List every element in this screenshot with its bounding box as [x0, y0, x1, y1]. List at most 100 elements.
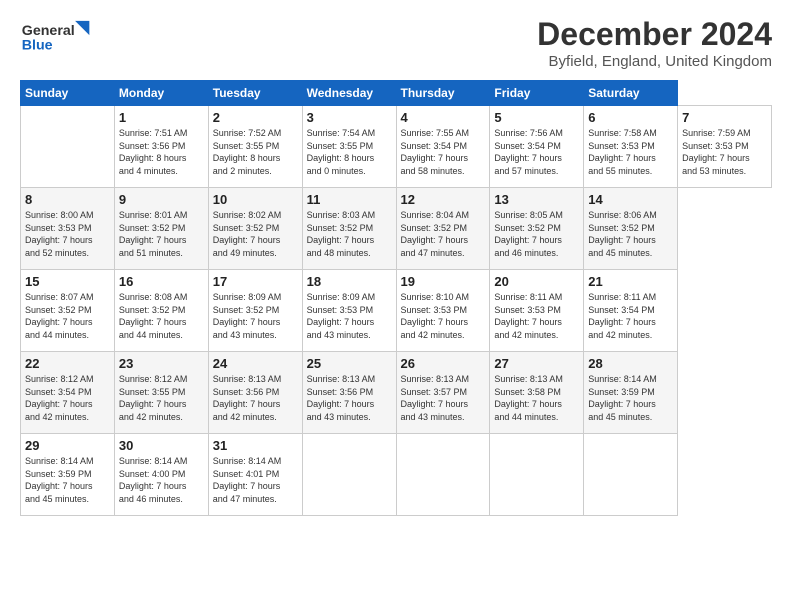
cell-info: Sunrise: 8:13 AMSunset: 3:58 PMDaylight:… — [494, 373, 579, 423]
cell-info: Sunrise: 8:02 AMSunset: 3:52 PMDaylight:… — [213, 209, 298, 259]
day-number: 24 — [213, 356, 298, 371]
day-number: 14 — [588, 192, 673, 207]
day-number: 15 — [25, 274, 110, 289]
calendar-week-2: 15Sunrise: 8:07 AMSunset: 3:52 PMDayligh… — [21, 270, 772, 352]
cell-info: Sunrise: 8:09 AMSunset: 3:53 PMDaylight:… — [307, 291, 392, 341]
day-number: 5 — [494, 110, 579, 125]
calendar-cell: 10 Sunrise: 8:02 AMSunset: 3:52 PMDayligh… — [208, 188, 302, 270]
calendar-cell — [396, 434, 490, 516]
calendar-cell: 24 Sunrise: 8:13 AMSunset: 3:56 PMDayligh… — [208, 352, 302, 434]
cell-info: Sunrise: 8:12 AMSunset: 3:55 PMDaylight:… — [119, 373, 204, 423]
day-number: 30 — [119, 438, 204, 453]
cell-info: Sunrise: 7:59 AMSunset: 3:53 PMDaylight:… — [682, 127, 767, 177]
cell-info: Sunrise: 8:13 AMSunset: 3:56 PMDaylight:… — [213, 373, 298, 423]
day-number: 13 — [494, 192, 579, 207]
calendar-cell: 21Sunrise: 8:11 AMSunset: 3:54 PMDayligh… — [584, 270, 678, 352]
cell-info: Sunrise: 7:56 AMSunset: 3:54 PMDaylight:… — [494, 127, 579, 177]
cell-info: Sunrise: 8:13 AMSunset: 3:56 PMDaylight:… — [307, 373, 392, 423]
calendar-cell: 16 Sunrise: 8:08 AMSunset: 3:52 PMDayligh… — [114, 270, 208, 352]
col-thursday: Thursday — [396, 81, 490, 106]
logo-svg: General Blue — [20, 16, 100, 56]
day-number: 27 — [494, 356, 579, 371]
calendar-cell: 9 Sunrise: 8:01 AMSunset: 3:52 PMDaylight… — [114, 188, 208, 270]
col-wednesday: Wednesday — [302, 81, 396, 106]
col-saturday: Saturday — [584, 81, 678, 106]
header-row: Sunday Monday Tuesday Wednesday Thursday… — [21, 81, 772, 106]
cell-info: Sunrise: 7:54 AMSunset: 3:55 PMDaylight:… — [307, 127, 392, 177]
calendar-cell: 12 Sunrise: 8:04 AMSunset: 3:52 PMDayligh… — [396, 188, 490, 270]
calendar-cell: 19 Sunrise: 8:10 AMSunset: 3:53 PMDayligh… — [396, 270, 490, 352]
calendar-cell: 7 Sunrise: 7:59 AMSunset: 3:53 PMDaylight… — [678, 106, 772, 188]
cell-info: Sunrise: 7:55 AMSunset: 3:54 PMDaylight:… — [401, 127, 486, 177]
col-tuesday: Tuesday — [208, 81, 302, 106]
calendar-cell — [584, 434, 678, 516]
calendar-cell: 25 Sunrise: 8:13 AMSunset: 3:56 PMDayligh… — [302, 352, 396, 434]
cell-info: Sunrise: 8:11 AMSunset: 3:54 PMDaylight:… — [588, 291, 673, 341]
day-number: 18 — [307, 274, 392, 289]
cell-info: Sunrise: 8:08 AMSunset: 3:52 PMDaylight:… — [119, 291, 204, 341]
calendar-cell: 11Sunrise: 8:03 AMSunset: 3:52 PMDayligh… — [302, 188, 396, 270]
calendar-cell: 13 Sunrise: 8:05 AMSunset: 3:52 PMDayligh… — [490, 188, 584, 270]
calendar-cell — [490, 434, 584, 516]
day-number: 7 — [682, 110, 767, 125]
calendar-cell: 4 Sunrise: 7:55 AMSunset: 3:54 PMDaylight… — [396, 106, 490, 188]
calendar-cell: 14 Sunrise: 8:06 AMSunset: 3:52 PMDayligh… — [584, 188, 678, 270]
cell-info: Sunrise: 8:14 AMSunset: 3:59 PMDaylight:… — [25, 455, 110, 505]
calendar-cell: 27 Sunrise: 8:13 AMSunset: 3:58 PMDayligh… — [490, 352, 584, 434]
cell-info: Sunrise: 8:00 AMSunset: 3:53 PMDaylight:… — [25, 209, 110, 259]
svg-text:Blue: Blue — [22, 37, 53, 53]
day-number: 8 — [25, 192, 110, 207]
header: General Blue December 2024 Byfield, Engl… — [20, 16, 772, 70]
cell-info: Sunrise: 8:14 AMSunset: 3:59 PMDaylight:… — [588, 373, 673, 423]
cell-info: Sunrise: 7:58 AMSunset: 3:53 PMDaylight:… — [588, 127, 673, 177]
calendar-cell: 29 Sunrise: 8:14 AMSunset: 3:59 PMDayligh… — [21, 434, 115, 516]
day-number: 29 — [25, 438, 110, 453]
day-number: 2 — [213, 110, 298, 125]
calendar-week-4: 29 Sunrise: 8:14 AMSunset: 3:59 PMDayligh… — [21, 434, 772, 516]
calendar-cell: 28 Sunrise: 8:14 AMSunset: 3:59 PMDayligh… — [584, 352, 678, 434]
calendar-cell: 23 Sunrise: 8:12 AMSunset: 3:55 PMDayligh… — [114, 352, 208, 434]
calendar-week-3: 22Sunrise: 8:12 AMSunset: 3:54 PMDayligh… — [21, 352, 772, 434]
cell-info: Sunrise: 8:09 AMSunset: 3:52 PMDaylight:… — [213, 291, 298, 341]
day-number: 10 — [213, 192, 298, 207]
logo: General Blue — [20, 16, 100, 56]
location-title: Byfield, England, United Kingdom — [537, 53, 772, 70]
calendar-cell: 17Sunrise: 8:09 AMSunset: 3:52 PMDayligh… — [208, 270, 302, 352]
col-monday: Monday — [114, 81, 208, 106]
day-number: 22 — [25, 356, 110, 371]
calendar-week-0: 1Sunrise: 7:51 AMSunset: 3:56 PMDaylight… — [21, 106, 772, 188]
calendar-cell: 6Sunrise: 7:58 AMSunset: 3:53 PMDaylight… — [584, 106, 678, 188]
calendar-week-1: 8 Sunrise: 8:00 AMSunset: 3:53 PMDaylight… — [21, 188, 772, 270]
cell-info: Sunrise: 8:10 AMSunset: 3:53 PMDaylight:… — [401, 291, 486, 341]
calendar-cell: 2 Sunrise: 7:52 AMSunset: 3:55 PMDaylight… — [208, 106, 302, 188]
day-number: 20 — [494, 274, 579, 289]
cell-info: Sunrise: 8:01 AMSunset: 3:52 PMDaylight:… — [119, 209, 204, 259]
col-sunday: Sunday — [21, 81, 115, 106]
day-number: 4 — [401, 110, 486, 125]
day-number: 25 — [307, 356, 392, 371]
calendar-cell: 31 Sunrise: 8:14 AMSunset: 4:01 PMDayligh… — [208, 434, 302, 516]
calendar-cell: 15Sunrise: 8:07 AMSunset: 3:52 PMDayligh… — [21, 270, 115, 352]
cell-info: Sunrise: 8:14 AMSunset: 4:01 PMDaylight:… — [213, 455, 298, 505]
day-number: 9 — [119, 192, 204, 207]
col-friday: Friday — [490, 81, 584, 106]
cell-info: Sunrise: 8:06 AMSunset: 3:52 PMDaylight:… — [588, 209, 673, 259]
calendar-cell: 22Sunrise: 8:12 AMSunset: 3:54 PMDayligh… — [21, 352, 115, 434]
cell-info: Sunrise: 7:52 AMSunset: 3:55 PMDaylight:… — [213, 127, 298, 177]
day-number: 28 — [588, 356, 673, 371]
calendar-cell: 26Sunrise: 8:13 AMSunset: 3:57 PMDayligh… — [396, 352, 490, 434]
cell-info: Sunrise: 8:05 AMSunset: 3:52 PMDaylight:… — [494, 209, 579, 259]
day-number: 19 — [401, 274, 486, 289]
day-number: 16 — [119, 274, 204, 289]
month-title: December 2024 — [537, 16, 772, 53]
cell-info: Sunrise: 7:51 AMSunset: 3:56 PMDaylight:… — [119, 127, 204, 177]
day-number: 31 — [213, 438, 298, 453]
cell-info: Sunrise: 8:04 AMSunset: 3:52 PMDaylight:… — [401, 209, 486, 259]
calendar-cell: 5 Sunrise: 7:56 AMSunset: 3:54 PMDaylight… — [490, 106, 584, 188]
page: General Blue December 2024 Byfield, Engl… — [0, 0, 792, 526]
day-number: 26 — [401, 356, 486, 371]
day-number: 12 — [401, 192, 486, 207]
calendar-cell — [21, 106, 115, 188]
cell-info: Sunrise: 8:03 AMSunset: 3:52 PMDaylight:… — [307, 209, 392, 259]
day-number: 23 — [119, 356, 204, 371]
